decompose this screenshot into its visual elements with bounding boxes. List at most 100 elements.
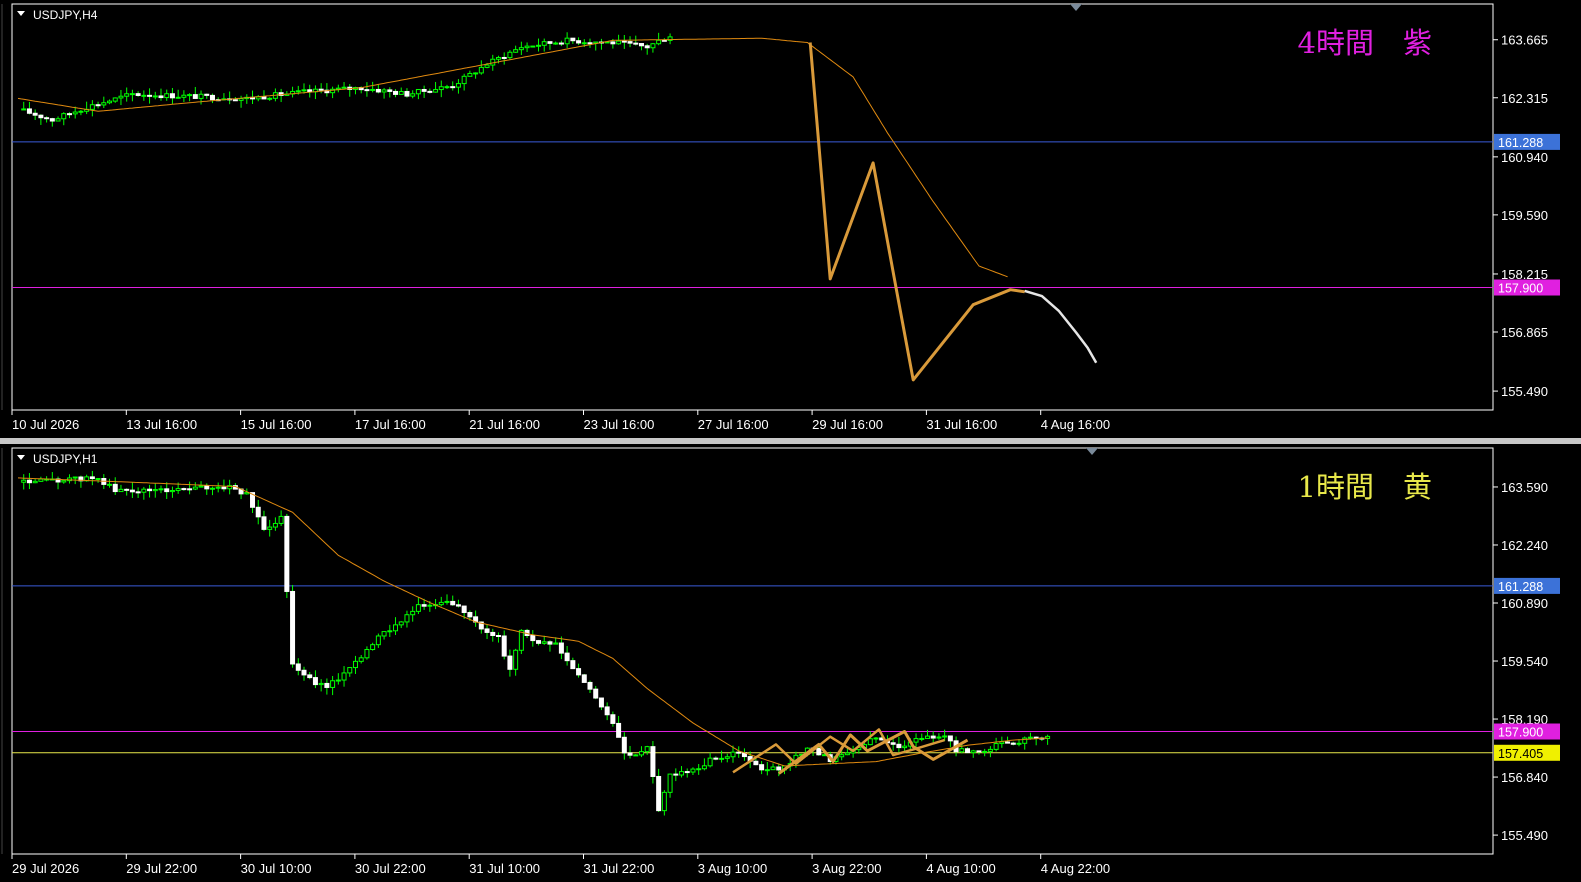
price-axis-label: 160.940	[1501, 150, 1548, 165]
candle-body	[513, 649, 519, 670]
moving-average-line	[17, 37, 1008, 278]
candle-body	[26, 108, 32, 114]
candle-body	[387, 630, 393, 633]
candle-body	[455, 83, 461, 88]
candle-body	[970, 750, 976, 754]
candle-body	[415, 604, 421, 612]
candle-body	[198, 485, 204, 488]
candle-body	[965, 748, 971, 754]
candle-body	[999, 741, 1005, 745]
candle-body	[633, 42, 639, 45]
candle-body	[181, 94, 187, 98]
candle-body	[616, 40, 622, 45]
candle-body	[564, 652, 570, 662]
candle-body	[427, 604, 433, 607]
candle-body	[284, 515, 290, 592]
candle-body	[129, 489, 135, 493]
h4-chart-canvas[interactable]: USDJPY,H4 4時間 紫 163.665 162.315 160.940 159.5…	[0, 0, 1581, 438]
candle-body	[375, 635, 381, 646]
candle-body	[541, 641, 547, 644]
candle-body	[627, 41, 633, 44]
candle-body	[49, 118, 55, 122]
candle-body	[404, 91, 410, 97]
candle-body	[112, 97, 118, 102]
candle-body	[295, 90, 301, 93]
candle-body	[444, 600, 450, 603]
h4-chart-pane[interactable]: USDJPY,H4 4時間 紫 163.665 162.315 160.940 159.5…	[0, 0, 1581, 438]
candle-body	[873, 737, 879, 740]
chart-shift-marker[interactable]	[1070, 4, 1082, 11]
chart-shift-marker[interactable]	[1086, 448, 1098, 455]
candle-body	[169, 490, 175, 493]
candle-body	[936, 736, 942, 739]
candle-body	[661, 39, 667, 42]
candle-body	[169, 93, 175, 99]
candle-body	[558, 42, 564, 45]
candle-body	[307, 674, 313, 679]
level-price-label-blue: 161.288	[1498, 580, 1543, 594]
symbol-menu-icon[interactable]	[17, 11, 25, 16]
time-axis-label: 23 Jul 16:00	[584, 417, 655, 432]
zigzag-line[interactable]	[808, 42, 1025, 382]
time-axis-label: 27 Jul 16:00	[698, 417, 769, 432]
candle-body	[696, 768, 702, 771]
candle-body	[324, 682, 330, 688]
level-price-label-magenta: 157.900	[1498, 282, 1543, 296]
candle-body	[518, 47, 524, 51]
candle-body	[570, 37, 576, 42]
candle-body	[844, 752, 850, 756]
candle-body	[450, 600, 456, 606]
candle-body	[427, 90, 433, 93]
candle-body	[764, 769, 770, 772]
projection-curve[interactable]	[1024, 289, 1098, 364]
candle-body	[238, 98, 244, 101]
candle-body	[72, 476, 78, 479]
candle-body	[576, 40, 582, 44]
candle-body	[536, 44, 542, 47]
candle-body	[318, 682, 324, 686]
candle-body	[129, 93, 135, 96]
candle-body	[484, 64, 490, 68]
candle-body	[679, 771, 685, 776]
candle-body	[221, 486, 227, 490]
candle-body	[204, 93, 210, 96]
candle-body	[650, 43, 656, 49]
candle-body	[467, 612, 473, 618]
candle-body	[61, 480, 67, 483]
candle-body	[518, 629, 524, 651]
candle-body	[976, 750, 982, 753]
candle-body	[667, 773, 673, 793]
candle-body	[444, 86, 450, 89]
candle-body	[147, 488, 153, 492]
candle-body	[152, 489, 158, 492]
candle-body	[484, 628, 490, 633]
candle-body	[896, 743, 902, 749]
candle-body	[175, 96, 181, 99]
h1-chart-pane[interactable]: USDJPY,H1 1時間 黄 163.590 162.240 160.890 159.5…	[0, 444, 1581, 882]
candle-body	[633, 754, 639, 757]
price-axis-label: 155.490	[1501, 828, 1548, 843]
candle-body	[919, 737, 925, 740]
plot-frame	[11, 3, 1494, 411]
candle-body	[164, 488, 170, 493]
candle-body	[312, 677, 318, 686]
candle-body	[621, 40, 627, 43]
candle-body	[261, 96, 267, 100]
candle-body	[364, 649, 370, 659]
candle-body	[124, 488, 130, 491]
candle-body	[724, 756, 730, 759]
candle-body	[21, 479, 27, 483]
candle-body	[158, 488, 164, 491]
candle-body	[707, 757, 713, 767]
candle-body	[21, 108, 27, 111]
candle-body	[656, 775, 662, 812]
candle-body	[507, 51, 513, 59]
candle-body	[347, 667, 353, 674]
candle-body	[616, 722, 622, 738]
price-axis-label: 155.490	[1501, 384, 1548, 399]
price-axis-label: 162.240	[1501, 538, 1548, 553]
symbol-menu-icon[interactable]	[17, 455, 25, 460]
candle-body	[541, 41, 547, 46]
candle-body	[495, 56, 501, 60]
h1-chart-canvas[interactable]: USDJPY,H1 1時間 黄 163.590 162.240 160.890 159.5…	[0, 444, 1581, 882]
